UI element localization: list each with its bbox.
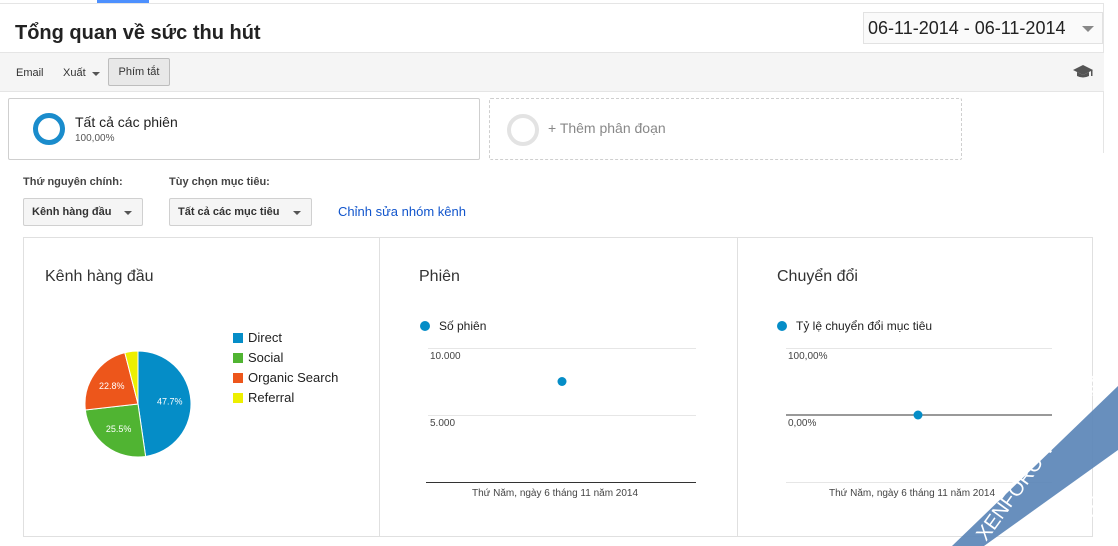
shortcut-button[interactable]: Phím tắt (108, 58, 170, 86)
legend-label: Referral (248, 390, 295, 405)
sessions-data-point[interactable] (557, 377, 567, 386)
segment-ring-icon (33, 113, 65, 145)
primary-dimension-label: Thứ nguyên chính: (23, 176, 123, 188)
legend-swatch (233, 353, 243, 363)
header-divider (0, 3, 1104, 4)
legend-swatch (233, 373, 243, 383)
chevron-down-icon (92, 72, 100, 76)
add-segment-button[interactable]: + Thêm phân đoạn (489, 98, 962, 160)
dropdown-value: Kênh hàng đầu (32, 206, 112, 218)
sessions-metric-label[interactable]: Số phiên (439, 319, 486, 333)
chevron-down-icon (1082, 26, 1094, 32)
segment-name: Tất cả các phiên (75, 114, 178, 130)
metric-dot-icon (777, 321, 787, 331)
conversions-panel-title: Chuyển đổi (777, 268, 858, 285)
date-range-text: 06-11-2014 - 06-11-2014 (868, 17, 1066, 38)
legend-swatch (233, 333, 243, 343)
segment-percentage: 100,00% (75, 133, 115, 144)
channels-pie-chart[interactable]: 47.7% 25.5% 22.8% (82, 348, 194, 460)
segment-ring-icon (507, 114, 539, 146)
date-range-picker[interactable]: 06-11-2014 - 06-11-2014 (863, 12, 1103, 44)
legend-label: Direct (248, 330, 282, 345)
goal-option-dropdown[interactable]: Tất cả các mục tiêu (169, 198, 312, 226)
dropdown-value: Tất cả các mục tiêu (178, 206, 280, 218)
goal-option-label: Tùy chọn mục tiêu: (169, 176, 270, 188)
pie-data-label: 25.5% (106, 424, 132, 434)
edit-channel-group-link[interactable]: Chỉnh sửa nhóm kênh (338, 204, 466, 219)
segment-all-sessions[interactable]: Tất cả các phiên 100,00% (8, 98, 480, 160)
email-button[interactable]: Email (16, 67, 44, 79)
legend-label: Organic Search (248, 370, 339, 385)
legend-item: Direct (233, 330, 282, 345)
primary-dimension-dropdown[interactable]: Kênh hàng đầu (23, 198, 143, 226)
sessions-chart (557, 377, 567, 386)
metric-dot-icon (420, 321, 430, 331)
legend-label: Social (248, 350, 284, 365)
sessions-panel-title: Phiên (419, 268, 460, 285)
pie-data-label: 22.8% (99, 381, 125, 391)
panel-divider (737, 238, 738, 536)
export-button[interactable]: Xuất (63, 67, 86, 79)
legend-item: Organic Search (233, 370, 338, 385)
legend-item: Referral (233, 390, 294, 405)
channels-panel-title: Kênh hàng đầu (45, 268, 154, 285)
chevron-down-icon (293, 211, 301, 215)
pie-data-label: 47.7% (157, 397, 183, 407)
x-axis-label: Thứ Năm, ngày 6 tháng 11 năm 2014 (472, 488, 639, 499)
graduation-cap-icon[interactable] (1072, 64, 1094, 85)
legend-swatch (233, 393, 243, 403)
add-segment-label: + Thêm phân đoạn (548, 120, 666, 136)
watermark-ribbon: XENFORO VIET NAM VXF.VN (952, 371, 1118, 546)
legend-item: Social (233, 350, 283, 365)
page-title: Tổng quan về sức thu hút (15, 22, 261, 44)
chevron-down-icon (124, 211, 132, 215)
panel-divider (379, 238, 380, 536)
